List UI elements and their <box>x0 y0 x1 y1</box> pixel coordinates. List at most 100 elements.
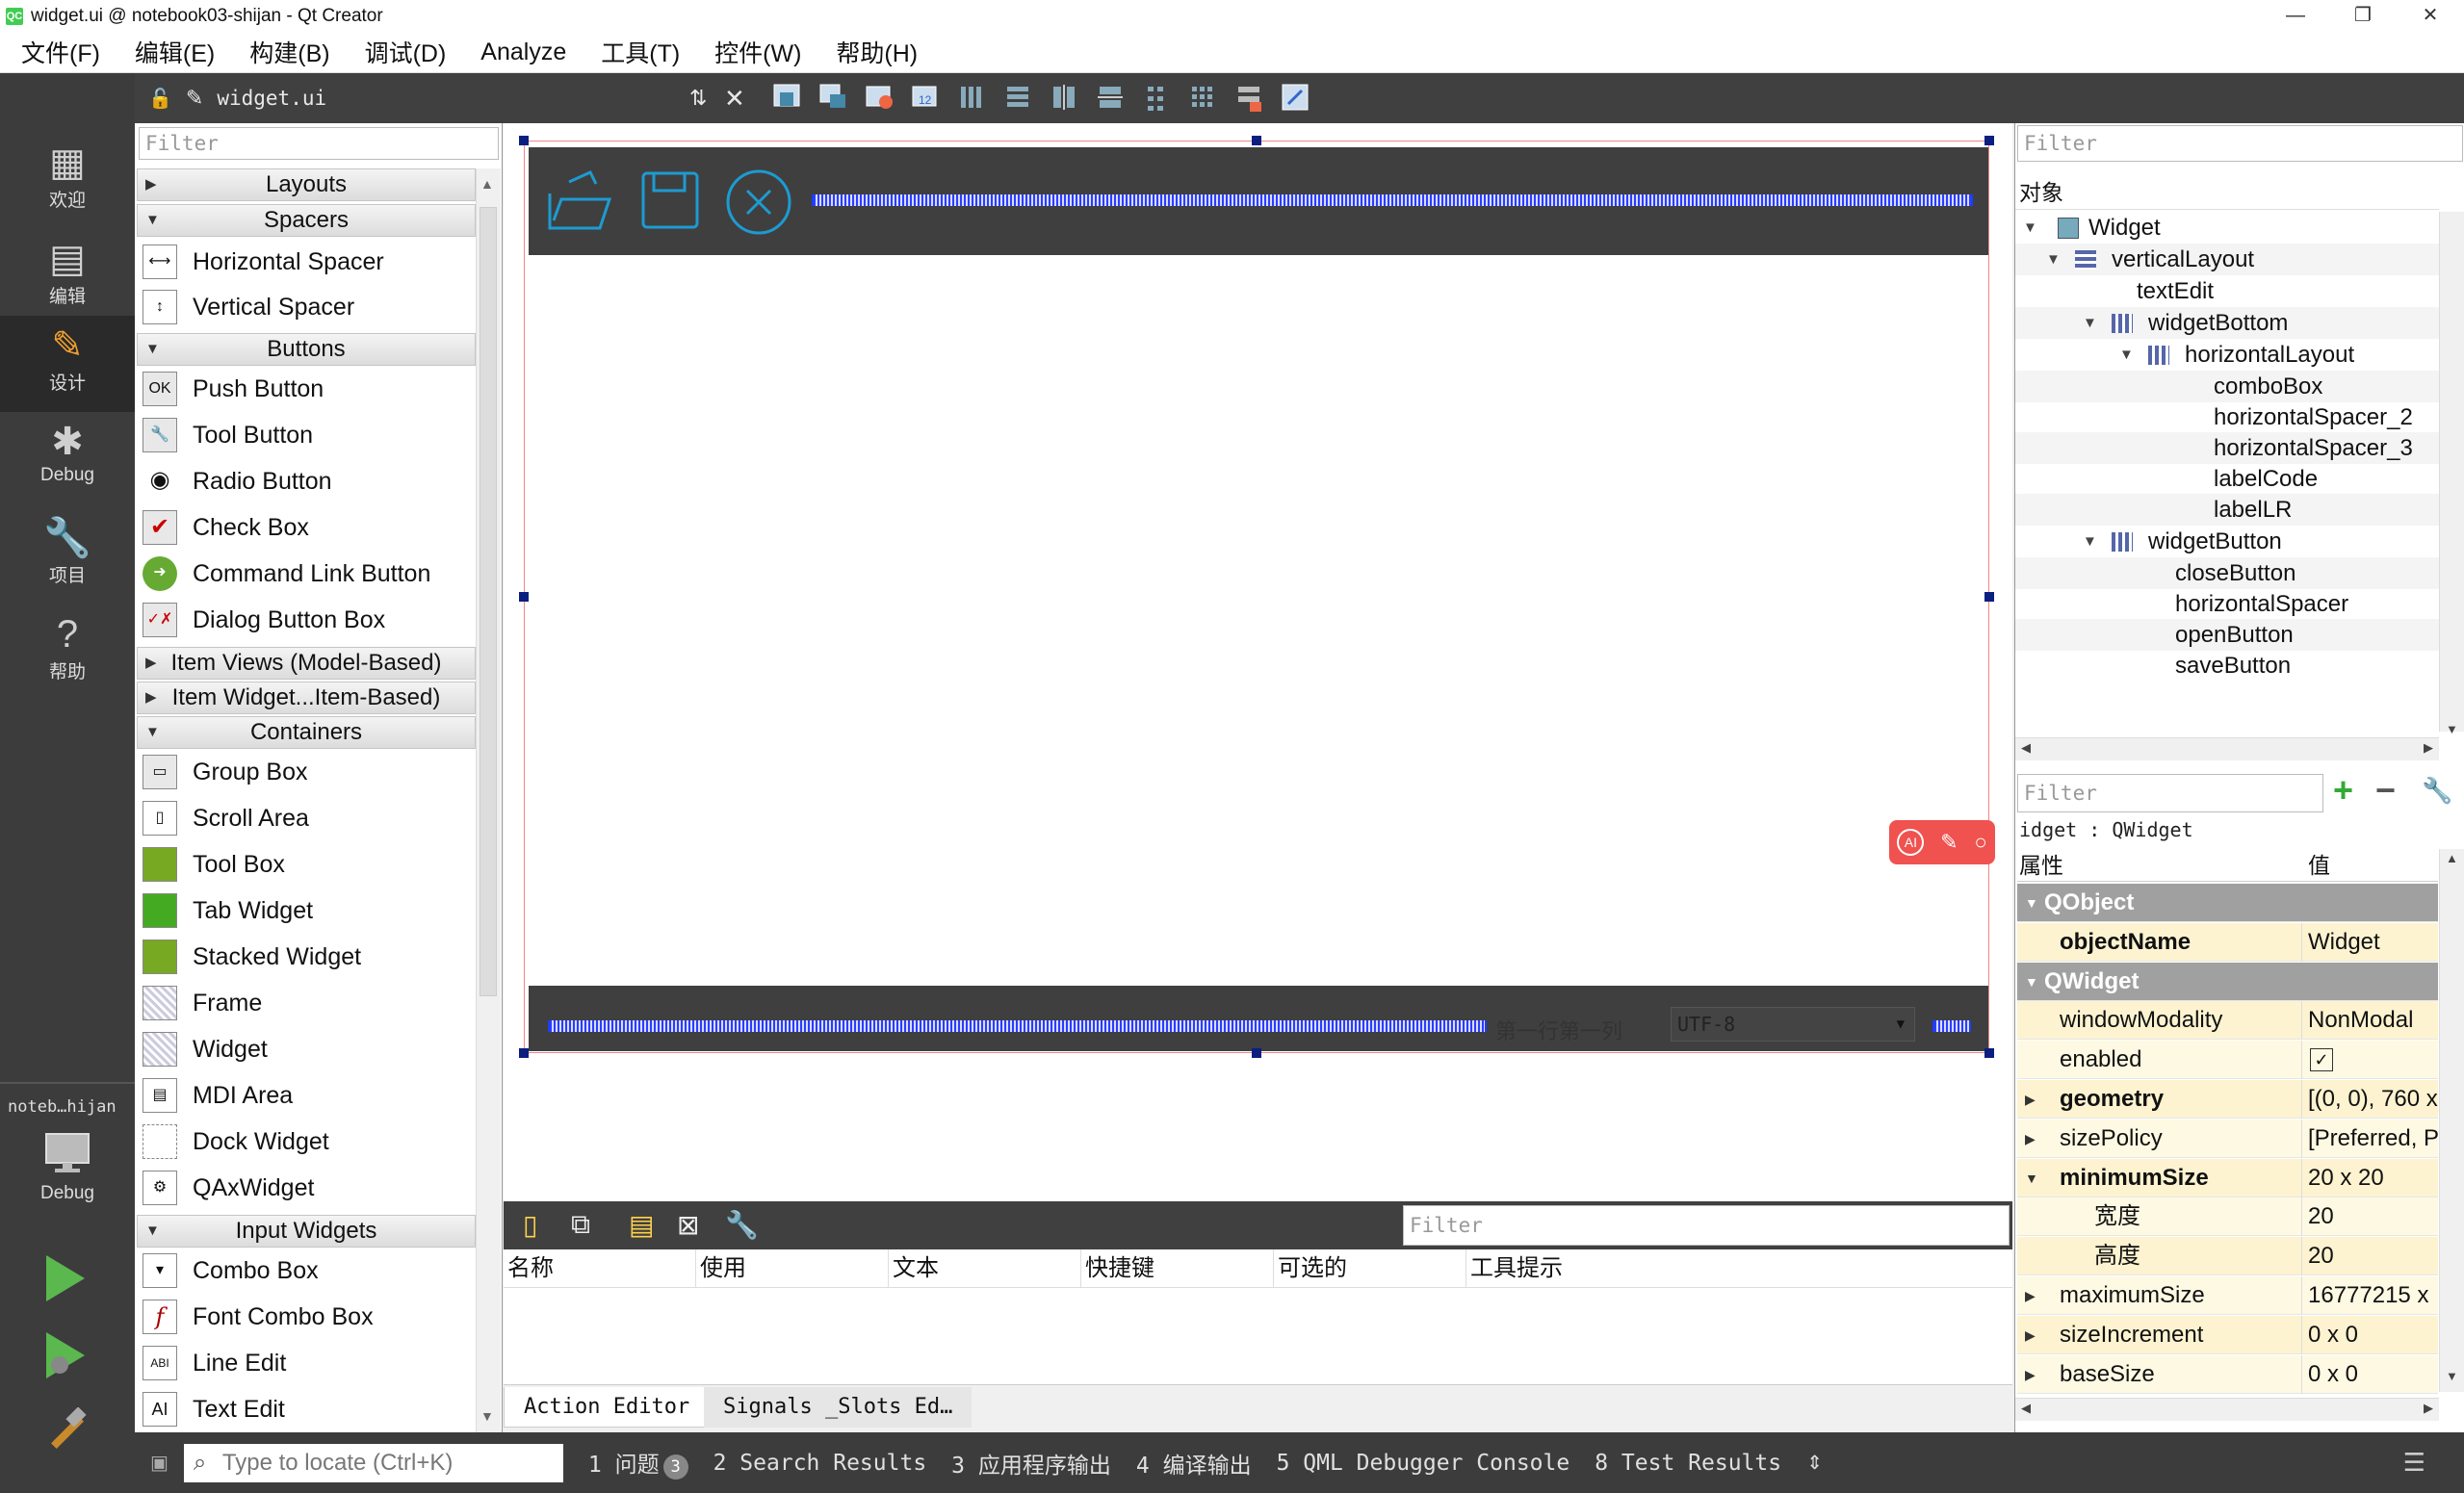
pane-test-results[interactable]: 8 Test Results <box>1595 1451 1781 1476</box>
enabled-checkbox[interactable]: ✓ <box>2310 1048 2333 1072</box>
tree-item-widgetbutton[interactable]: ▼ widgetButton <box>2015 526 2439 557</box>
column-header-checkable[interactable]: 可选的 <box>1274 1249 1466 1287</box>
category-containers[interactable]: ▼ Containers <box>137 716 476 749</box>
widget-command-link-button[interactable]: ➜ Command Link Button <box>143 552 470 596</box>
edit-signals-slots-icon[interactable] <box>817 81 849 114</box>
edit-buddies-icon[interactable] <box>863 81 895 114</box>
object-filter-input[interactable]: Filter <box>2017 125 2463 162</box>
property-value[interactable]: 20 <box>2308 1237 2438 1275</box>
tree-item-horizontalspacer-2[interactable]: horizontalSpacer_2 <box>2015 401 2439 433</box>
tree-item-verticallayout[interactable]: ▼ verticalLayout <box>2015 244 2439 275</box>
resize-handle[interactable] <box>1984 592 1994 602</box>
scroll-up-icon[interactable]: ▲ <box>480 176 494 192</box>
property-row[interactable]: ▶ baseSize 0 x 0 <box>2017 1354 2438 1394</box>
close-button[interactable] <box>725 168 792 236</box>
add-dynamic-property-icon[interactable]: + <box>2333 770 2353 811</box>
more-panes-arrow-icon[interactable]: ⇕ <box>1806 1451 1823 1475</box>
chevron-right-icon[interactable]: ▶ <box>2025 1080 2036 1119</box>
lay-out-grid-icon[interactable] <box>1186 81 1219 114</box>
minimize-button[interactable]: — <box>2262 0 2329 32</box>
property-value[interactable]: 0 x 0 <box>2308 1355 2438 1394</box>
widget-combo-box[interactable]: ▾ Combo Box <box>143 1248 470 1293</box>
progress-details-icon[interactable]: ☰ <box>2403 1448 2425 1478</box>
column-header-property[interactable]: 属性 <box>2019 849 2063 882</box>
tree-item-textedit[interactable]: textEdit <box>2015 275 2439 307</box>
chevron-right-icon[interactable]: ▶ <box>2025 1120 2036 1158</box>
close-document-button[interactable]: ✕ <box>724 84 745 114</box>
property-value[interactable]: 20 x 20 <box>2308 1159 2438 1197</box>
edit-widgets-icon[interactable] <box>770 81 803 114</box>
horizontal-spacer[interactable] <box>812 194 1973 206</box>
property-value[interactable]: NonModal <box>2308 1001 2438 1040</box>
object-column-header[interactable]: 对象 <box>2015 175 2439 210</box>
menu-analyze[interactable]: Analyze <box>467 39 580 66</box>
widget-box-filter-input[interactable]: Filter <box>139 127 499 160</box>
lay-out-horizontally-icon[interactable] <box>955 81 988 114</box>
resize-handle[interactable] <box>519 592 529 602</box>
column-header-shortcut[interactable]: 快捷键 <box>1081 1249 1274 1287</box>
chevron-down-icon[interactable]: ▼ <box>2025 884 2038 922</box>
property-value[interactable]: 16777215 x <box>2308 1276 2438 1315</box>
close-window-button[interactable]: ✕ <box>2397 0 2464 32</box>
scroll-up-icon[interactable]: ▲ <box>2446 851 2458 865</box>
tree-item-openbutton[interactable]: openButton <box>2015 619 2439 651</box>
scroll-left-icon[interactable]: ◀ <box>2021 1401 2031 1416</box>
pane-qml-debugger-console[interactable]: 5 QML Debugger Console <box>1277 1451 1570 1476</box>
property-row[interactable]: enabled ✓ <box>2017 1041 2438 1080</box>
remove-dynamic-property-icon[interactable]: − <box>2375 770 2396 811</box>
widget-tool-button[interactable]: 🔧 Tool Button <box>143 413 470 457</box>
column-header-text[interactable]: 文本 <box>889 1249 1081 1287</box>
object-inspector-hscrollbar[interactable]: ◀ ▶ <box>2015 737 2439 760</box>
resize-handle[interactable] <box>519 1048 529 1058</box>
tree-item-labelcode[interactable]: labelCode <box>2015 463 2439 495</box>
tree-item-widgetbottom[interactable]: ▼ widgetBottom <box>2015 307 2439 339</box>
widget-check-box[interactable]: ✔ Check Box <box>143 505 470 550</box>
tree-item-horizontallayout[interactable]: ▼ horizontalLayout <box>2015 339 2439 371</box>
property-row[interactable]: 高度 20 <box>2017 1237 2438 1276</box>
category-input-widgets[interactable]: ▼ Input Widgets <box>137 1215 476 1248</box>
horizontal-spacer-3[interactable] <box>1932 1020 1971 1032</box>
mode-edit[interactable]: ▤ 编辑 <box>0 229 135 325</box>
scroll-down-icon[interactable]: ▼ <box>480 1408 494 1424</box>
property-row[interactable]: ▶ sizeIncrement 0 x 0 <box>2017 1315 2438 1354</box>
widget-line-edit[interactable]: ABI Line Edit <box>143 1341 470 1385</box>
property-value[interactable]: Widget <box>2308 923 2438 962</box>
menu-file[interactable]: 文件(F) <box>8 35 114 69</box>
widget-dock-widget[interactable]: Dock Widget <box>143 1120 470 1164</box>
break-layout-icon[interactable] <box>1232 81 1265 114</box>
widget-radio-button[interactable]: ◉ Radio Button <box>143 459 470 503</box>
mode-design[interactable]: ✎ 设计 <box>0 316 135 412</box>
widget-tab-widget[interactable]: Tab Widget <box>143 888 470 933</box>
mode-debug[interactable]: ✱ Debug <box>0 412 135 508</box>
category-item-views[interactable]: ▶ Item Views (Model-Based) <box>137 647 476 680</box>
configure-property-icon[interactable]: 🔧 <box>2422 776 2452 806</box>
kit-selector[interactable]: Debug <box>0 1130 135 1226</box>
configure-icon[interactable]: 🔧 <box>725 1209 759 1241</box>
scroll-right-icon[interactable]: ▶ <box>2424 740 2433 756</box>
widget-qaxwidget[interactable]: ⚙ QAxWidget <box>143 1166 470 1210</box>
mode-projects[interactable]: 🔧 项目 <box>0 508 135 605</box>
column-header-name[interactable]: 名称 <box>504 1249 696 1287</box>
build-button[interactable] <box>42 1406 91 1462</box>
horizontal-spacer-2[interactable] <box>548 1020 1487 1032</box>
resize-handle[interactable] <box>519 136 529 145</box>
debug-run-button[interactable] <box>42 1330 87 1385</box>
widget-push-button[interactable]: OK Push Button <box>143 367 470 411</box>
property-value[interactable]: [Preferred, P <box>2308 1120 2438 1158</box>
property-value[interactable]: 20 <box>2308 1197 2438 1236</box>
tab-action-editor[interactable]: Action Editor <box>504 1387 711 1428</box>
pane-issues[interactable]: 1 问题 3 <box>588 1446 688 1480</box>
chevron-right-icon[interactable]: ▶ <box>2025 1316 2036 1354</box>
magic-wand-icon[interactable]: ✎ <box>1940 830 1958 855</box>
property-vscrollbar[interactable]: ▲ ▼ <box>2439 849 2464 1392</box>
save-button[interactable] <box>640 170 700 230</box>
tree-item-combobox[interactable]: comboBox <box>2015 371 2439 402</box>
widget-tool-box[interactable]: Tool Box <box>143 842 470 887</box>
property-row[interactable]: ▼ QObject <box>2017 884 2438 922</box>
sidebar-toggle-icon[interactable]: ▣ <box>150 1451 169 1475</box>
menu-tools[interactable]: 工具(T) <box>587 35 693 69</box>
scroll-thumb[interactable] <box>480 207 497 996</box>
property-row[interactable]: ▶ geometry [(0, 0), 760 x <box>2017 1080 2438 1119</box>
property-filter-input[interactable]: Filter <box>2017 774 2323 812</box>
menu-debug[interactable]: 调试(D) <box>351 35 460 69</box>
